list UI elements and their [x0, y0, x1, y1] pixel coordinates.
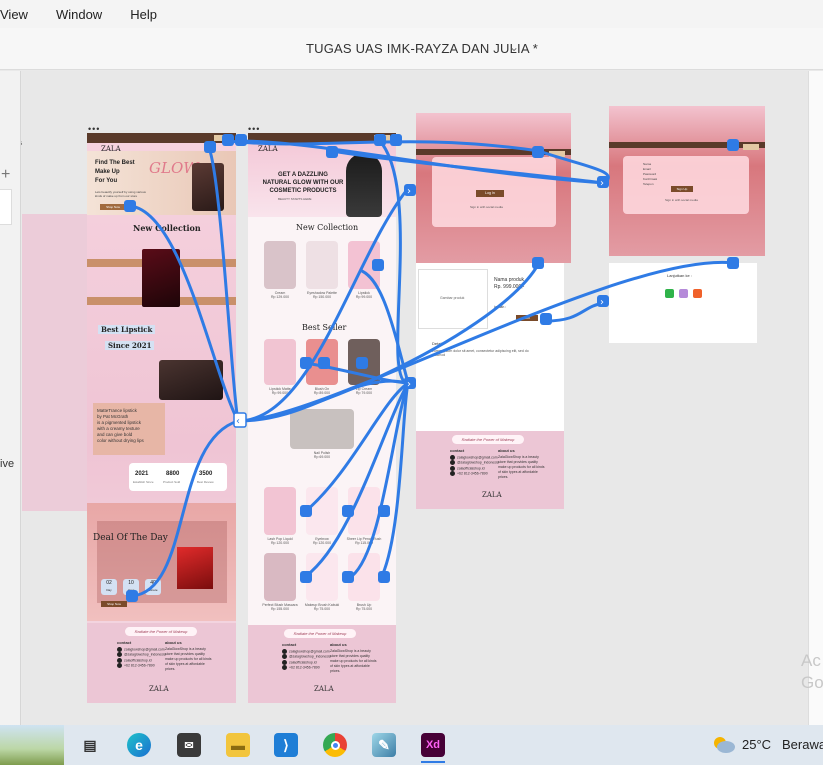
menu-view[interactable]: View	[0, 7, 42, 22]
wire-node	[235, 134, 247, 146]
file-explorer-icon[interactable]: ▬	[226, 733, 250, 757]
wire-node	[126, 590, 138, 602]
wire-node	[356, 357, 368, 369]
svg-text:›: ›	[407, 379, 411, 390]
activation-watermark: Ac Go	[801, 651, 823, 692]
menu-bar: View Window Help	[0, 0, 823, 28]
wire-targets: ‹ › › › ›	[233, 176, 609, 428]
weather-icon[interactable]	[710, 733, 736, 755]
wire-node	[378, 505, 390, 517]
wire	[208, 149, 240, 423]
wire-node	[342, 505, 354, 517]
notepad-icon[interactable]: ✎	[372, 733, 396, 757]
wire-node	[374, 134, 386, 146]
svg-text:›: ›	[600, 178, 604, 189]
wire-node	[300, 357, 312, 369]
active-app-indicator	[421, 761, 445, 763]
wire	[236, 260, 736, 423]
svg-text:›: ›	[407, 186, 411, 197]
wire-node	[378, 571, 390, 583]
wire-node	[372, 259, 384, 271]
wire	[330, 149, 606, 185]
panel-side-text: ive	[0, 458, 15, 470]
adobe-xd-icon[interactable]: Xd	[421, 733, 445, 757]
weather-text[interactable]: Berawan	[782, 737, 823, 752]
wire	[236, 261, 541, 423]
desktop-thumbnail[interactable]	[0, 725, 64, 765]
chrome-icon[interactable]	[323, 733, 347, 757]
wire-node	[727, 257, 739, 269]
wire-node	[204, 141, 216, 153]
temperature[interactable]: 25°C	[742, 737, 771, 752]
panel-tab[interactable]	[0, 189, 12, 225]
wire	[236, 189, 408, 423]
edge-icon[interactable]: e	[127, 733, 151, 757]
wire-node	[300, 505, 312, 517]
task-view-icon[interactable]: ▤	[78, 733, 102, 757]
wire-node	[222, 134, 234, 146]
prototype-wires: ‹ › › › ›	[124, 134, 739, 602]
wire	[130, 419, 240, 598]
wire-node	[326, 146, 338, 158]
wire-node	[318, 357, 330, 369]
menu-help[interactable]: Help	[116, 7, 171, 22]
menu-window[interactable]: Window	[42, 7, 116, 22]
svg-text:‹: ‹	[236, 416, 240, 427]
taskbar: ▤ e ✉ ▬ ⟩ ✎ Xd 25°C Berawan	[0, 725, 823, 765]
right-panel	[808, 71, 823, 725]
wire-node	[342, 571, 354, 583]
wire-node	[532, 146, 544, 158]
svg-text:›: ›	[600, 297, 604, 308]
mail-icon[interactable]: ✉	[177, 733, 201, 757]
chevron-down-icon[interactable]: ⌄	[509, 40, 519, 54]
wire-node	[532, 257, 544, 269]
wire-node	[540, 313, 552, 325]
document-title-bar: TUGAS UAS IMK-RAYZA DAN JULIA * ⌄	[0, 28, 823, 70]
wire-node	[727, 139, 739, 151]
wire-node	[390, 134, 402, 146]
left-panel: +	[0, 71, 21, 725]
wire-node	[300, 571, 312, 583]
add-icon[interactable]: +	[1, 166, 10, 184]
vscode-icon[interactable]: ⟩	[274, 733, 298, 757]
wire	[304, 381, 410, 578]
document-title[interactable]: TUGAS UAS IMK-RAYZA DAN JULIA *	[306, 41, 538, 56]
design-canvas[interactable]: ••• ZALA Find The Best Make Up For You G…	[22, 71, 808, 725]
wire-node	[124, 200, 136, 212]
wire-nodes	[124, 134, 739, 602]
